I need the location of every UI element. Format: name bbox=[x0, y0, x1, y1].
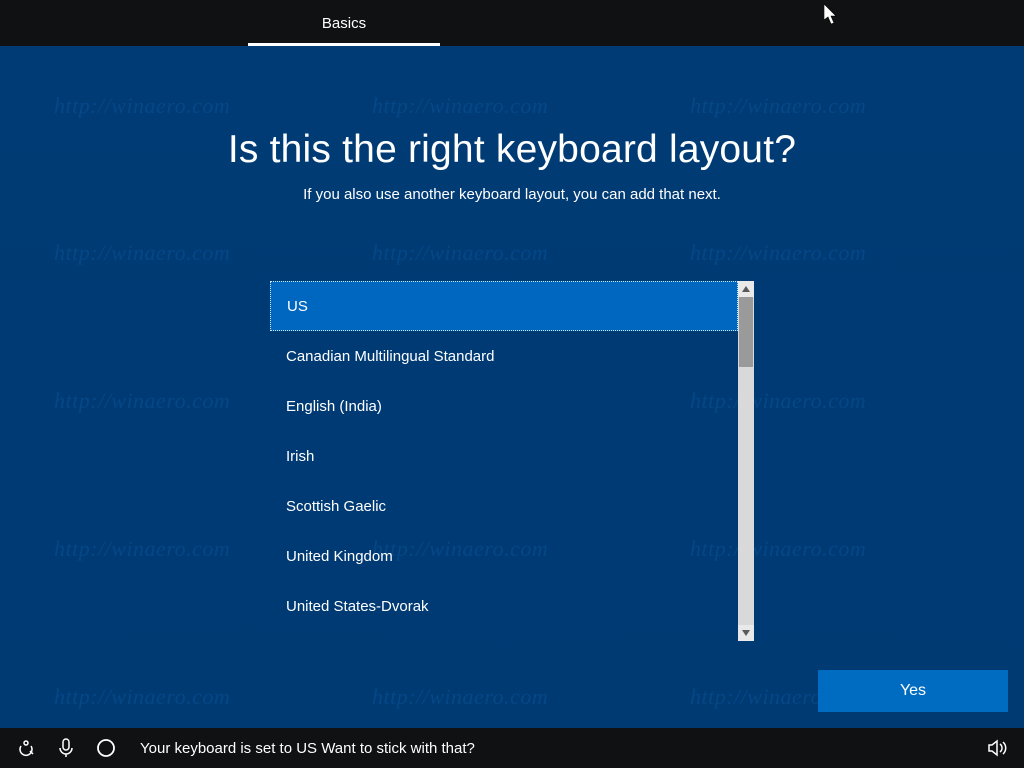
list-item[interactable]: Scottish Gaelic bbox=[270, 481, 738, 531]
list-item[interactable]: United Kingdom bbox=[270, 531, 738, 581]
keyboard-layout-list[interactable]: US Canadian Multilingual Standard Englis… bbox=[270, 281, 738, 641]
list-item-label: Scottish Gaelic bbox=[286, 498, 386, 515]
microphone-icon[interactable] bbox=[54, 736, 78, 760]
list-item-label: US bbox=[287, 298, 308, 315]
oobe-screen: http://winaero.com http://winaero.com ht… bbox=[0, 0, 1024, 768]
scroll-up-arrow-icon[interactable] bbox=[738, 281, 754, 297]
keyboard-layout-list-container: US Canadian Multilingual Standard Englis… bbox=[270, 281, 754, 641]
list-item[interactable]: United States-Dvorak bbox=[270, 581, 738, 631]
cortana-icon[interactable] bbox=[94, 736, 118, 760]
scrollbar-thumb[interactable] bbox=[739, 297, 753, 367]
main-content: Is this the right keyboard layout? If yo… bbox=[0, 46, 1024, 728]
list-item[interactable]: Canadian Multilingual Standard bbox=[270, 331, 738, 381]
yes-button[interactable]: Yes bbox=[818, 670, 1008, 712]
list-item-label: United Kingdom bbox=[286, 548, 393, 565]
scroll-down-arrow-icon[interactable] bbox=[738, 625, 754, 641]
accessibility-icon[interactable] bbox=[14, 736, 38, 760]
tab-basics[interactable]: Basics bbox=[248, 0, 440, 46]
cortana-status-text: Your keyboard is set to US Want to stick… bbox=[140, 740, 475, 757]
list-item-label: United States-Dvorak bbox=[286, 598, 429, 615]
page-subtitle: If you also use another keyboard layout,… bbox=[303, 186, 721, 203]
list-item-label: Irish bbox=[286, 448, 314, 465]
volume-icon[interactable] bbox=[986, 736, 1010, 760]
top-tab-strip: Basics bbox=[0, 0, 1024, 46]
taskbar: Your keyboard is set to US Want to stick… bbox=[0, 728, 1024, 768]
list-item-label: Canadian Multilingual Standard bbox=[286, 348, 494, 365]
list-item[interactable]: English (India) bbox=[270, 381, 738, 431]
list-item-label: English (India) bbox=[286, 398, 382, 415]
tab-label: Basics bbox=[322, 15, 366, 32]
yes-button-label: Yes bbox=[900, 682, 926, 700]
list-item[interactable]: US bbox=[270, 281, 738, 331]
scrollbar[interactable] bbox=[738, 281, 754, 641]
page-title: Is this the right keyboard layout? bbox=[228, 128, 796, 172]
list-item[interactable]: Irish bbox=[270, 431, 738, 481]
